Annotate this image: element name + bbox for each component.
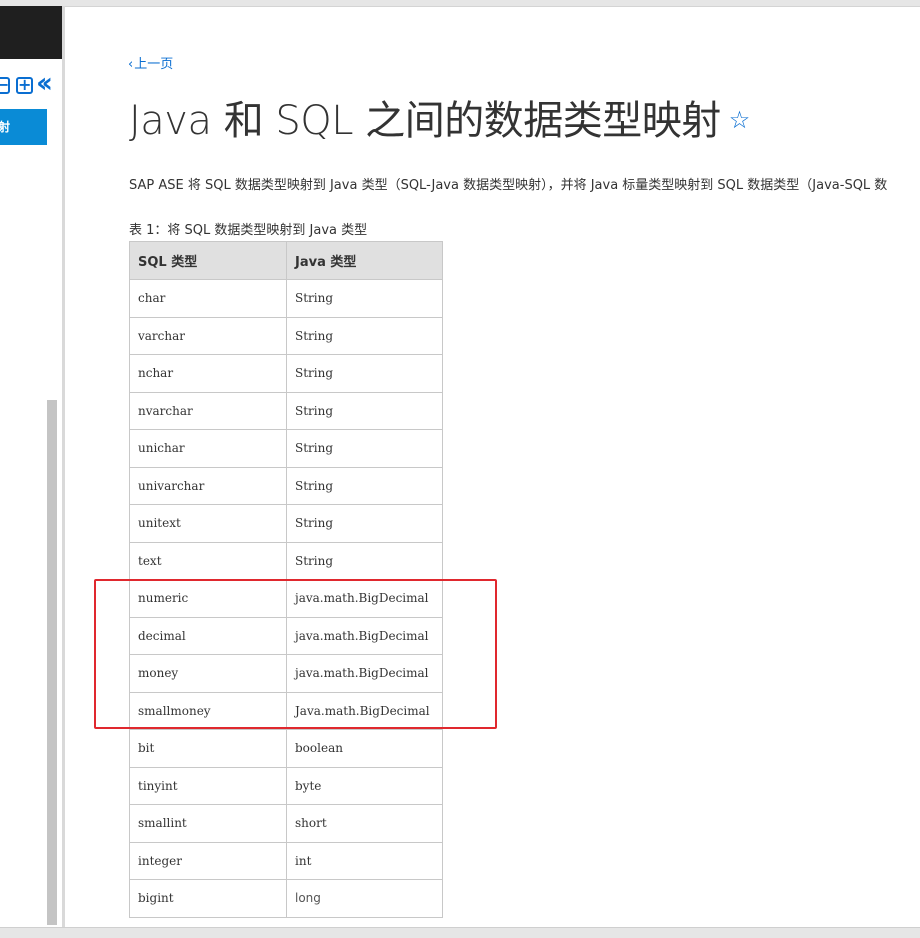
table-row: bigint long bbox=[129, 879, 443, 918]
table-row: bit boolean bbox=[129, 729, 443, 768]
star-outline-icon[interactable]: ☆ bbox=[729, 106, 751, 134]
table-row: nchar String bbox=[129, 354, 443, 393]
column-header-java-type: Java 类型 bbox=[286, 241, 443, 280]
sql-type-cell: char bbox=[129, 279, 287, 318]
nav-item-active[interactable]: 映射 bbox=[0, 109, 47, 145]
java-type-cell: long bbox=[286, 879, 443, 918]
java-type-cell: String bbox=[286, 279, 443, 318]
java-type-cell: String bbox=[286, 541, 443, 580]
intro-paragraph: SAP ASE 将 SQL 数据类型映射到 Java 类型（SQL-Java 数… bbox=[129, 178, 888, 193]
java-type-cell: Java.math.BigDecimal bbox=[286, 691, 443, 730]
nav-header bbox=[0, 6, 62, 59]
table-row: tinyint byte bbox=[129, 766, 443, 805]
sql-type-cell: numeric bbox=[129, 579, 287, 618]
sql-type-cell: univarchar bbox=[129, 466, 287, 505]
java-type-cell: java.math.BigDecimal bbox=[286, 579, 443, 618]
minus-square-icon[interactable]: − bbox=[0, 77, 10, 94]
sql-type-cell: varchar bbox=[129, 316, 287, 355]
java-type-cell: String bbox=[286, 466, 443, 505]
prev-page-link[interactable]: ‹上一页 bbox=[128, 53, 173, 72]
java-type-cell: String bbox=[286, 429, 443, 468]
java-type-cell: String bbox=[286, 316, 443, 355]
table-row: text String bbox=[129, 541, 443, 580]
table-header-row: SQL 类型 Java 类型 bbox=[129, 241, 443, 280]
java-type-cell: java.math.BigDecimal bbox=[286, 616, 443, 655]
table-row: char String bbox=[129, 279, 443, 318]
table-row: univarchar String bbox=[129, 466, 443, 505]
table-row: unichar String bbox=[129, 429, 443, 468]
table-caption: 表 1：将 SQL 数据类型映射到 Java 类型 bbox=[129, 223, 368, 238]
sql-type-cell: nchar bbox=[129, 354, 287, 393]
nav-scrollbar[interactable] bbox=[47, 400, 57, 925]
left-nav-panel: − + ‹‹ 映射 bbox=[0, 6, 62, 927]
sql-type-cell: unitext bbox=[129, 504, 287, 543]
table-row: unitext String bbox=[129, 504, 443, 543]
sql-type-cell: nvarchar bbox=[129, 391, 287, 430]
main-content: ‹上一页 Java 和 SQL 之间的数据类型映射 ☆ SAP ASE 将 SQL… bbox=[65, 6, 920, 927]
java-type-cell: byte bbox=[286, 766, 443, 805]
prev-page-label: 上一页 bbox=[134, 57, 174, 72]
java-type-cell: boolean bbox=[286, 729, 443, 768]
sql-type-cell: bigint bbox=[129, 879, 287, 918]
java-type-cell: String bbox=[286, 354, 443, 393]
table-row: smallmoney Java.math.BigDecimal bbox=[129, 691, 443, 730]
java-type-cell: short bbox=[286, 804, 443, 843]
table-row: smallint short bbox=[129, 804, 443, 843]
sql-type-cell: text bbox=[129, 541, 287, 580]
sql-type-cell: tinyint bbox=[129, 766, 287, 805]
java-type-cell: String bbox=[286, 504, 443, 543]
table-row: decimal java.math.BigDecimal bbox=[129, 616, 443, 655]
column-header-sql-type: SQL 类型 bbox=[129, 241, 287, 280]
table-row: varchar String bbox=[129, 316, 443, 355]
chevron-left-icon: ‹ bbox=[128, 57, 134, 72]
table-row: integer int bbox=[129, 841, 443, 880]
sql-type-cell: money bbox=[129, 654, 287, 693]
java-type-cell: int bbox=[286, 841, 443, 880]
page-title-text: Java 和 SQL 之间的数据类型映射 bbox=[129, 98, 721, 144]
table-row: numeric java.math.BigDecimal bbox=[129, 579, 443, 618]
sql-type-cell: unichar bbox=[129, 429, 287, 468]
double-chevron-left-icon[interactable]: ‹‹ bbox=[36, 69, 60, 97]
plus-square-icon[interactable]: + bbox=[16, 77, 33, 94]
java-type-cell: java.math.BigDecimal bbox=[286, 654, 443, 693]
sql-type-cell: decimal bbox=[129, 616, 287, 655]
type-mapping-table: SQL 类型 Java 类型 char String varchar String … bbox=[129, 241, 443, 918]
window-bottom-bar bbox=[0, 927, 920, 938]
table-row: nvarchar String bbox=[129, 391, 443, 430]
sql-type-cell: integer bbox=[129, 841, 287, 880]
table-row: money java.math.BigDecimal bbox=[129, 654, 443, 693]
sql-type-cell: smallmoney bbox=[129, 691, 287, 730]
java-type-cell: String bbox=[286, 391, 443, 430]
sql-type-cell: smallint bbox=[129, 804, 287, 843]
sql-type-cell: bit bbox=[129, 729, 287, 768]
nav-item-label: 映射 bbox=[0, 120, 11, 134]
page-title: Java 和 SQL 之间的数据类型映射 ☆ bbox=[129, 88, 750, 146]
